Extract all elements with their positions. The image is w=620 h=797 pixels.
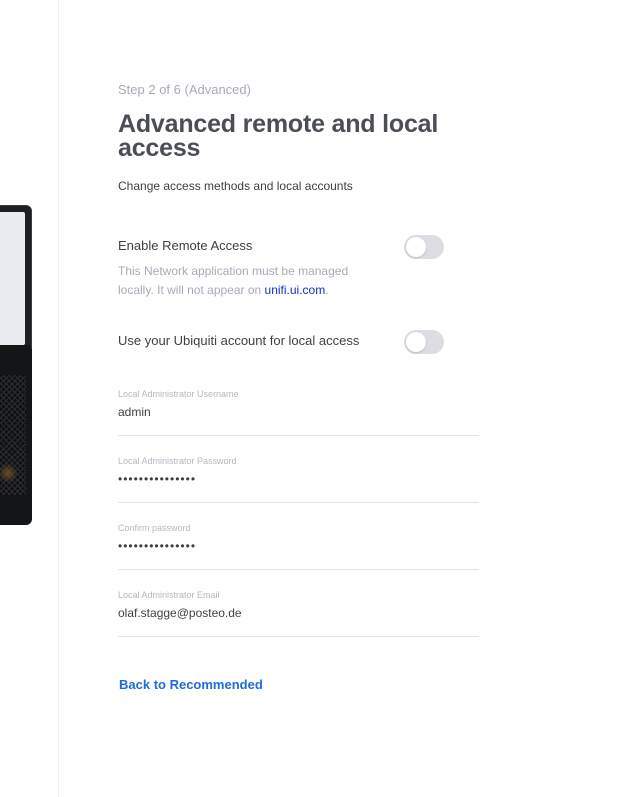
ubiquiti-account-label: Use your Ubiquiti account for local acce…: [118, 333, 360, 348]
page-title: Advanced remote and local access: [118, 110, 439, 162]
username-field: Local Administrator Username: [118, 389, 479, 436]
password-input[interactable]: [118, 469, 479, 489]
remote-access-note-suffix: .: [325, 283, 329, 297]
device-body: [0, 345, 32, 525]
device-screen: [0, 205, 32, 352]
password-label: Local Administrator Password: [118, 456, 237, 466]
device-illustration-panel: [0, 0, 59, 797]
step-indicator: Step 2 of 6 (Advanced): [118, 82, 251, 97]
remote-access-toggle[interactable]: [404, 235, 444, 259]
device-illustration: [0, 205, 32, 525]
username-label: Local Administrator Username: [118, 389, 239, 399]
setup-page: Step 2 of 6 (Advanced) Advanced remote a…: [0, 0, 620, 797]
ubiquiti-account-row: Use your Ubiquiti account for local acce…: [118, 330, 444, 354]
confirm-password-label: Confirm password: [118, 523, 191, 533]
remote-access-note: This Network application must be managed…: [118, 262, 358, 300]
device-light-accent: [0, 463, 18, 483]
username-input[interactable]: [118, 402, 479, 422]
back-to-recommended-link[interactable]: Back to Recommended: [119, 677, 263, 692]
toggle-knob: [406, 332, 426, 352]
email-label: Local Administrator Email: [118, 590, 220, 600]
device-screen-map: [0, 212, 25, 345]
unifi-link[interactable]: unifi.ui.com: [265, 283, 326, 297]
email-input[interactable]: [118, 603, 479, 623]
password-field: Local Administrator Password: [118, 456, 479, 503]
remote-access-label: Enable Remote Access: [118, 238, 253, 253]
toggle-knob: [406, 237, 426, 257]
email-field: Local Administrator Email: [118, 590, 479, 637]
confirm-password-field: Confirm password: [118, 523, 479, 570]
ubiquiti-account-toggle[interactable]: [404, 330, 444, 354]
page-subtitle: Change access methods and local accounts: [118, 179, 353, 193]
confirm-password-input[interactable]: [118, 536, 479, 556]
remote-access-row: Enable Remote Access: [118, 235, 444, 259]
